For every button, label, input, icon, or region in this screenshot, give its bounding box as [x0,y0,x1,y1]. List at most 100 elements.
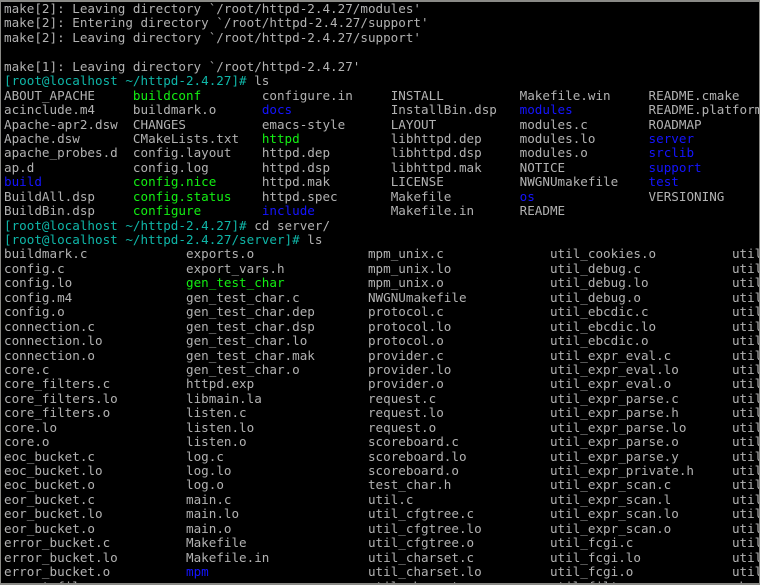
ls-output-row: core.lo listen.lo request.o util_expr_pa… [4,419,759,435]
ls-entry-default: Makefile [185,535,368,551]
terminal-screen[interactable]: make[2]: Leaving directory `/root/httpd-… [2,2,760,583]
ls-entry-default: httpd.mak [261,174,391,190]
ls-entry-default: util_cfgtree.lo [367,520,550,536]
ls-entry-default: util_fcgi.o [549,564,732,580]
ls-entry-default: util_expr_parse.c [549,390,732,406]
ls-output-row: ABOUT_APACHE buildconf configure.in INST… [4,87,759,103]
ls-output-row: eor_bucket.o main.o util_cfgtree.lo util… [4,520,759,536]
ls-entry-dir: os [519,188,649,204]
ls-output-row: connection.o gen_test_char.mak provider.… [4,347,759,363]
ls-entry-default: NOTICE [519,159,649,175]
make-output-line: make[2]: Entering directory `/root/httpd… [4,15,759,31]
ls-entry-default: httpd.dsp [261,159,391,175]
ls-entry-default: main.o [185,520,368,536]
ls-output-row: apache_probes.d config.layout httpd.dep … [4,146,759,160]
ls-entry-default: export_vars.h [185,260,368,276]
ls-entry-default: util_ebcdic.o [549,333,732,349]
ls-entry-exec: config.nice [132,174,262,190]
ls-entry-default: protocol.c [367,304,550,320]
ls-entry-default: util_time.c [731,491,759,507]
ls-output-row: eoc_bucket.c log.c scoreboard.lo util_ex… [4,449,759,464]
ls-entry-exec: configure [132,203,262,219]
ls-entry-default: util_regex.lo [731,419,759,435]
ls-entry-default: Apache.dsw [4,130,133,146]
ls-entry-default: util_time.o [731,520,759,536]
ls-output-row: Apache-apr2.dsw CHANGES emacs-style LAYO… [4,116,759,132]
ls-entry-default: provider.o [367,376,550,392]
ls-entry-default: util_fcgi.c [549,535,732,551]
ls-output-row: error_bucket.lo Makefile.in util_charset… [4,549,759,565]
ls-entry-default: listen.o [185,434,368,450]
ls-entry-default: listen.c [185,405,368,421]
ls-entry-default: request.c [367,390,550,406]
ls-entry-default: util_expr_scan.o [549,520,732,536]
ls-entry-default: config.c [4,260,186,276]
ls-entry-default: util_debug.o [549,289,732,305]
ls-entry-dir: docs [261,102,391,118]
ls-output-row: core_filters.lo libmain.la request.c uti… [4,390,759,406]
ls-entry-exec: httpd [261,130,391,146]
ls-entry-default: util_debug.c [549,260,732,276]
ls-entry-default: README.cmake [648,87,740,103]
ls-entry-default: util_charset.c [367,549,550,565]
ls-entry-default: Makefile.win [519,87,649,103]
make-output-text: make[1]: Leaving directory `/root/httpd-… [4,58,361,74]
ls-entry-default: config.o [4,304,186,320]
ls-entry-default: InstallBin.dsp [390,102,520,118]
ls-entry-default: core_filters.lo [4,390,186,406]
ls-entry-default: libhttpd.dep [390,130,520,146]
make-output-line [4,45,759,59]
ls-entry-default: util_mutex.o [731,333,759,349]
shell-prompt: [root@localhost ~/httpd-2.4.27/server]# [4,232,300,247]
ls-entry-default: util_time.lo [731,506,759,522]
ls-output-row: buildmark.c exports.o mpm_unix.c util_co… [4,247,759,261]
ls-entry-default: util_expr_eval.o [549,376,732,392]
ls-entry-default: util.o [731,347,759,363]
ls-entry-default: connection.o [4,347,186,363]
make-output-text: make[2]: Entering directory `/root/httpd… [4,15,429,31]
ls-entry-default: gen_test_char.dep [185,304,368,320]
ls-output-row: connection.lo gen_test_char.lo protocol.… [4,333,759,349]
ls-entry-dir: modules [519,102,649,118]
ls-entry-default: core_filters.c [4,376,186,392]
make-output-line: make[2]: Leaving directory `/root/httpd-… [4,30,759,45]
ls-entry-default: util_ebcdic.lo [549,318,732,334]
ls-entry-default: main.lo [185,506,368,522]
ls-entry-default: util_pcre.o [731,390,759,406]
ls-entry-default: gen_test_char.c [185,289,368,305]
ls-entry-default: ABOUT_APACHE [4,87,133,103]
ls-entry-default: error_bucket.lo [4,549,186,565]
ls-entry-dir: test [648,174,679,190]
ls-entry-default: listen.lo [185,419,368,435]
shell-command: ls [246,73,270,89]
ls-entry-default: Makefile.in [185,549,368,565]
prompt-line-ls-server: [root@localhost ~/httpd-2.4.27/server]# … [4,232,759,247]
ls-output-row: config.c export_vars.h mpm_unix.lo util_… [4,260,759,276]
ls-entry-default: util_debug.lo [549,275,732,291]
ls-entry-default: eoc_bucket.o [4,477,186,493]
make-output-line: make[1]: Leaving directory `/root/httpd-… [4,58,759,74]
ls-entry-default: BuildAll.dsp [4,188,133,204]
ls-output-row: eor_bucket.c main.c util.c util_expr_sca… [4,491,759,507]
ls-entry-default: util_expr_scan.lo [549,506,732,522]
terminal-window[interactable]: make[2]: Leaving directory `/root/httpd-… [0,0,760,585]
ls-entry-default: util_xml.lo [731,549,759,565]
ls-entry-default: LAYOUT [390,116,520,132]
shell-command: cd server/ [246,217,331,233]
ls-output-row: eoc_bucket.lo log.lo scoreboard.o util_e… [4,463,759,478]
ls-output-row: build config.nice httpd.mak LICENSE NWGN… [4,174,759,190]
ls-entry-default: NWGNUmakefile [519,174,649,190]
ls-entry-default: util_ebcdic.c [549,304,732,320]
ls-entry-default: main.c [185,491,368,507]
ls-output-row: config.lo gen_test_char mpm_unix.o util_… [4,275,759,291]
ls-entry-default: util_cfgtree.c [367,506,550,522]
ls-output-row: eoc_bucket.o log.o test_char.h util_expr… [4,477,759,493]
ls-entry-default: provider.lo [367,361,550,377]
ls-entry-default: acinclude.m4 [4,102,133,118]
shell-prompt: [root@localhost ~/httpd-2.4.27]# [4,73,247,89]
make-output-line: make[2]: Leaving directory `/root/httpd-… [4,2,759,16]
ls-entry-default: NWGNUmakefile [367,289,550,305]
ls-entry-exec: gen_test_char [185,275,368,291]
ls-entry-default: README.platforms [648,102,760,118]
ls-entry-default: util_filter.c [550,579,732,583]
